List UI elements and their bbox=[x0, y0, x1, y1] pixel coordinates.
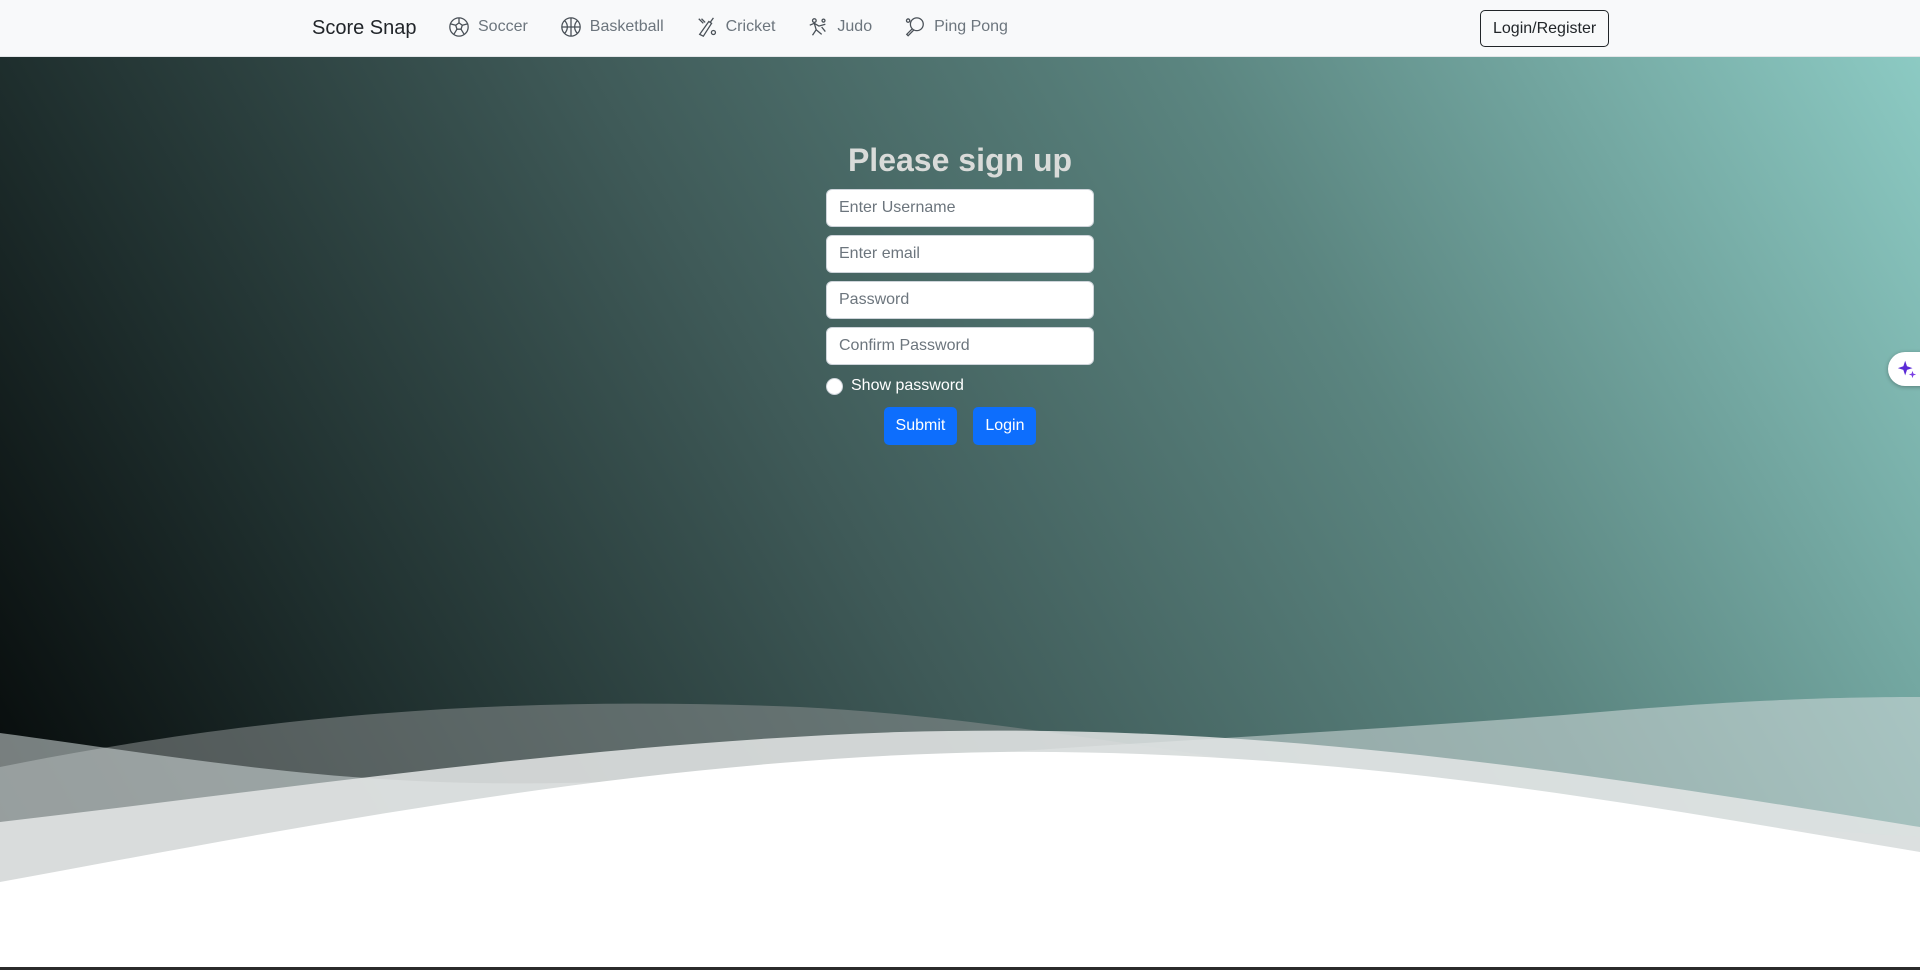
nav-link-label: Soccer bbox=[478, 18, 528, 35]
soccer-ball-icon bbox=[448, 16, 470, 38]
show-password-radio[interactable] bbox=[826, 377, 843, 395]
nav-link-basketball[interactable]: Basketball bbox=[560, 14, 664, 40]
decorative-waves bbox=[0, 697, 1920, 970]
email-input[interactable] bbox=[826, 235, 1094, 273]
ping-pong-icon bbox=[904, 16, 926, 38]
nav-link-label: Ping Pong bbox=[934, 18, 1008, 35]
signup-title: Please sign up bbox=[847, 142, 1073, 178]
signup-form: Please sign up Show password Submit Logi… bbox=[826, 139, 1094, 445]
username-input[interactable] bbox=[826, 189, 1094, 227]
navbar: Score Snap Soccer Basketball Cricket Jud… bbox=[0, 0, 1920, 57]
nav-link-label: Basketball bbox=[589, 18, 664, 35]
sparkle-icon bbox=[1897, 360, 1917, 379]
nav-link-cricket[interactable]: Cricket bbox=[696, 14, 776, 40]
nav-link-judo[interactable]: Judo bbox=[807, 14, 872, 40]
password-input[interactable] bbox=[826, 281, 1094, 319]
submit-button[interactable]: Submit bbox=[883, 407, 958, 445]
nav-link-ping-pong[interactable]: Ping Pong bbox=[904, 14, 1008, 40]
basketball-icon bbox=[560, 16, 582, 38]
login-register-button[interactable]: Login/Register bbox=[1480, 10, 1610, 47]
show-password-row: Show password bbox=[826, 377, 1094, 395]
nav-link-label: Judo bbox=[837, 18, 873, 35]
nav-link-soccer[interactable]: Soccer bbox=[448, 14, 528, 40]
brand-link[interactable]: Score Snap bbox=[312, 15, 417, 41]
form-buttons: Submit Login bbox=[826, 407, 1094, 445]
assistant-widget-button[interactable] bbox=[1888, 352, 1920, 386]
nav-links: Soccer Basketball Cricket Judo Ping Pong bbox=[448, 14, 1040, 40]
show-password-label: Show password bbox=[851, 377, 964, 394]
cricket-icon bbox=[696, 16, 718, 38]
hero-section: Please sign up Show password Submit Logi… bbox=[0, 57, 1920, 970]
judo-icon bbox=[807, 16, 829, 38]
confirm-password-input[interactable] bbox=[826, 327, 1094, 365]
login-button[interactable]: Login bbox=[973, 407, 1037, 445]
nav-link-label: Cricket bbox=[725, 18, 776, 35]
